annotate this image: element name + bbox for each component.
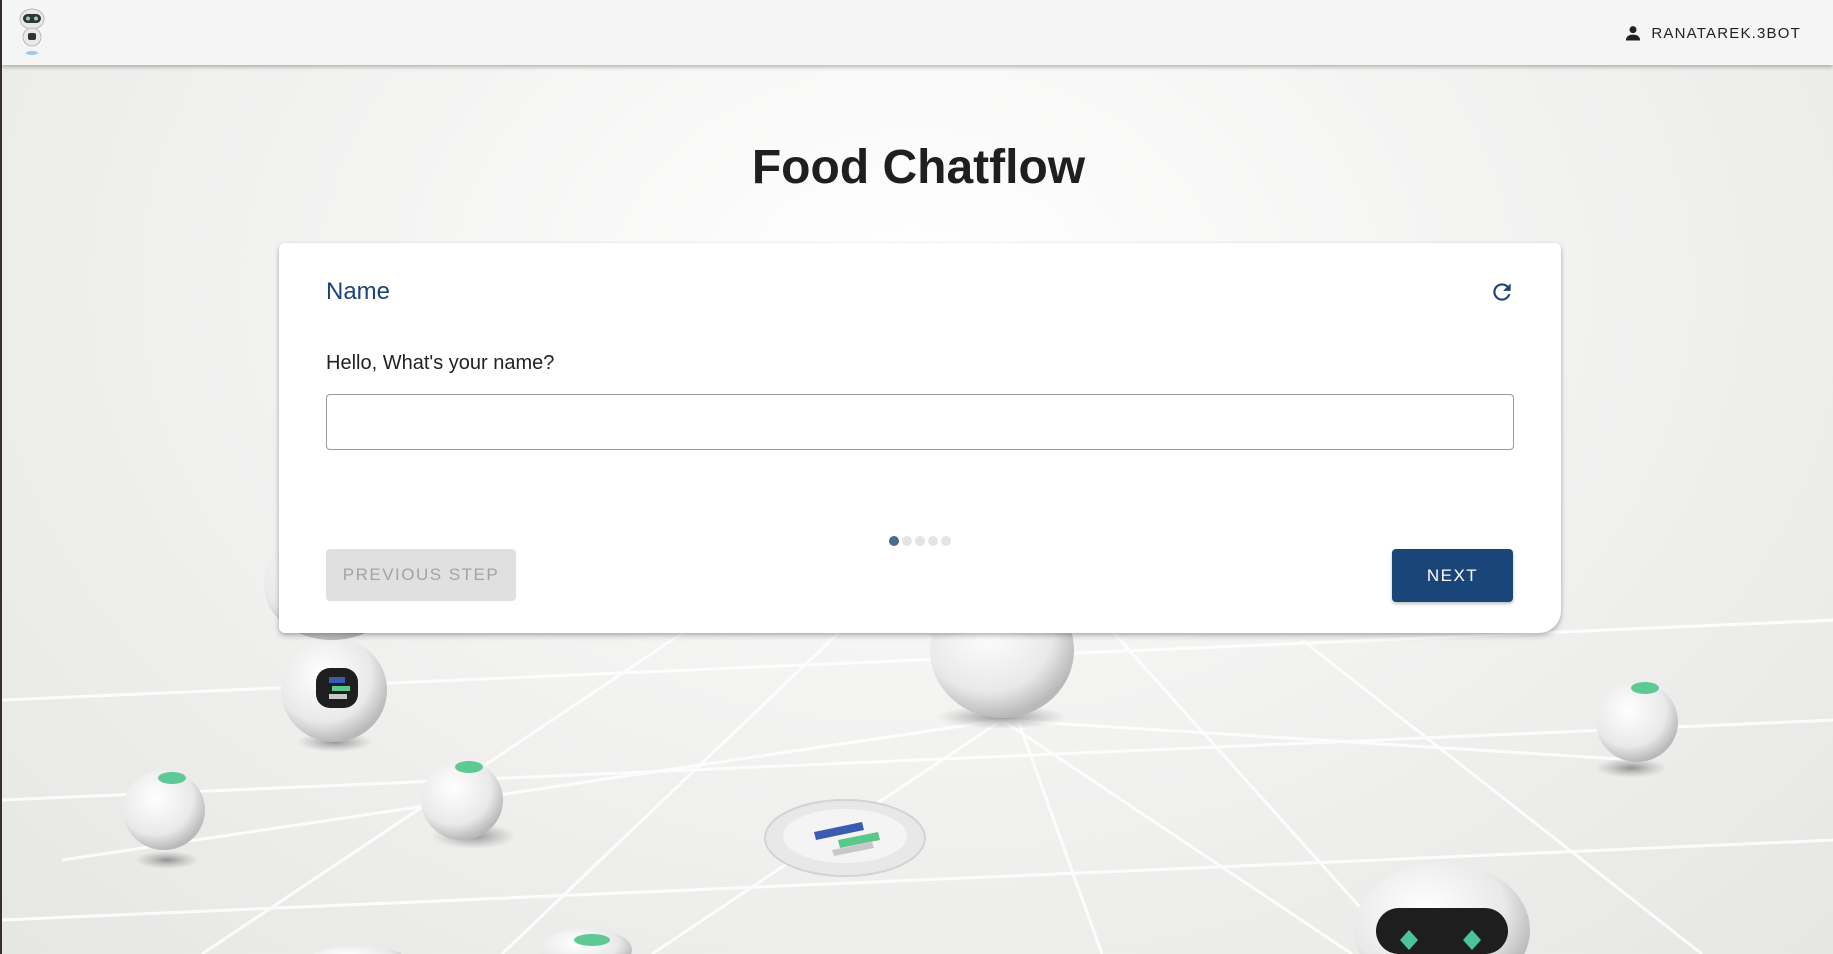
step-dot-5 (941, 536, 951, 546)
page-title: Food Chatflow (751, 141, 1086, 194)
top-app-bar: RANATAREK.3BOT (2, 0, 1833, 65)
user-name: RANATAREK.3BOT (1651, 24, 1801, 42)
step-dot-2 (902, 536, 912, 546)
question-text: Hello, What's your name? (326, 352, 555, 374)
step-progress-dots (889, 536, 951, 546)
step-dot-4 (928, 536, 938, 546)
refresh-icon[interactable] (1489, 279, 1515, 305)
name-input[interactable] (326, 394, 1514, 450)
next-button[interactable]: NEXT (1392, 549, 1513, 602)
chatflow-step-card: Name Hello, What's your name? PREVIOUS S… (279, 243, 1561, 633)
person-icon (1626, 26, 1641, 41)
step-dot-1 (889, 536, 899, 546)
step-title: Name (326, 278, 391, 305)
robot-logo-icon[interactable] (18, 7, 46, 57)
step-dot-3 (915, 536, 925, 546)
previous-step-button[interactable]: PREVIOUS STEP (326, 549, 516, 601)
user-menu[interactable]: RANATAREK.3BOT (1623, 22, 1801, 44)
